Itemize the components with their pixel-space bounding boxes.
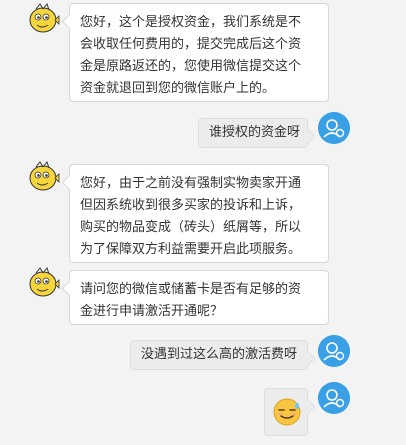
message-text-line: 您好，由于之前没有强制实物卖家开通: [80, 176, 302, 191]
message-text-line: 请问您的微信或储蓄卡是否有足够的资: [80, 282, 302, 297]
sweat-smile-emoji-icon: [273, 398, 301, 426]
message-text-line: 为了保障双方利益需要开启此项服务。: [80, 242, 302, 257]
user-avatar-icon[interactable]: [318, 112, 350, 144]
fish-avatar-icon[interactable]: [26, 160, 60, 194]
message-text-line: 购买的物品变成（砖头）纸屑等，所以: [80, 220, 302, 235]
message-bubble[interactable]: 您好，这个是授权资金，我们系统是不 会收取任何费用的，提交完成后这个资 金是原路…: [69, 3, 329, 102]
message-bubble[interactable]: 请问您的微信或储蓄卡是否有足够的资 金进行申请激活开通呢？: [69, 270, 329, 325]
message-text-line: 没遇到过这么高的激活费呀: [141, 347, 298, 362]
message-text-line: 但因系统收到很多买家的投诉和上诉，: [80, 198, 302, 213]
message-bubble[interactable]: 您好，由于之前没有强制实物卖家开通 但因系统收到很多买家的投诉和上诉， 购买的物…: [69, 164, 329, 263]
fish-avatar-icon[interactable]: [26, 2, 60, 36]
message-text-line: 金是原路返还的，您使用微信提交这个: [80, 59, 302, 74]
message-text-line: 您好，这个是授权资金，我们系统是不: [80, 15, 302, 30]
chat-area: 您好，这个是授权资金，我们系统是不 会收取任何费用的，提交完成后这个资 金是原路…: [0, 0, 406, 445]
user-avatar-icon[interactable]: [318, 382, 350, 414]
fish-avatar-icon[interactable]: [26, 266, 60, 300]
message-text-line: 金进行申请激活开通呢？: [80, 304, 224, 319]
message-text-line: 资金就退回到您的微信账户上的。: [80, 81, 276, 96]
message-bubble[interactable]: 没遇到过这么高的激活费呀: [130, 340, 308, 370]
user-avatar-icon[interactable]: [318, 335, 350, 367]
message-text-line: 会收取任何费用的，提交完成后这个资: [80, 37, 302, 52]
message-bubble[interactable]: [264, 388, 308, 436]
message-text-line: 谁授权的资金呀: [209, 125, 301, 140]
message-bubble[interactable]: 谁授权的资金呀: [198, 118, 308, 148]
